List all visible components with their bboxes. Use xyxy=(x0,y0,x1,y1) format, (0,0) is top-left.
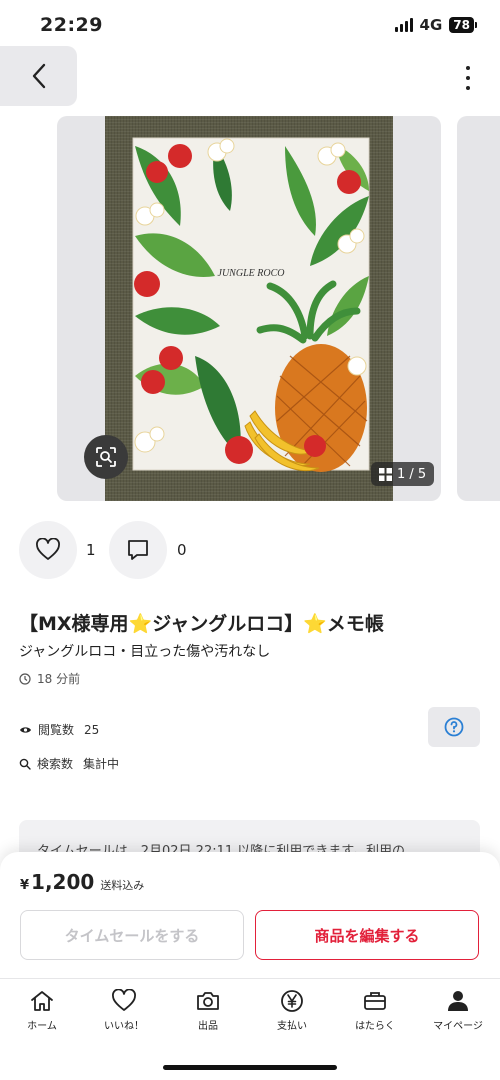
tab-sell-label: 出品 xyxy=(198,1021,218,1032)
status-indicators: 4G 78 xyxy=(394,16,477,34)
tab-bar: ホーム いいね！ 出品 支払い はたらく マイページ xyxy=(0,978,500,1080)
tab-mypage[interactable]: マイページ xyxy=(416,989,500,1032)
eye-icon xyxy=(20,726,31,733)
tab-home[interactable]: ホーム xyxy=(0,989,84,1032)
edit-item-button[interactable]: 商品を編集する xyxy=(255,910,479,960)
product-photo[interactable]: JUNGLE ROCO xyxy=(105,116,393,501)
next-slide[interactable] xyxy=(457,116,500,501)
tab-home-label: ホーム xyxy=(27,1021,57,1032)
image-search-button[interactable] xyxy=(84,435,128,479)
tab-work[interactable]: はたらく xyxy=(333,989,417,1032)
yen-icon xyxy=(281,990,303,1012)
comment-button[interactable] xyxy=(109,521,167,579)
memo-pad-illustration: JUNGLE ROCO xyxy=(132,137,370,472)
signal-icon xyxy=(394,18,413,32)
dot xyxy=(466,66,470,70)
photo-margin xyxy=(393,116,441,501)
like-button[interactable] xyxy=(19,521,77,579)
heart-icon xyxy=(112,989,136,1011)
person-icon xyxy=(448,991,468,1011)
view-count-label: 閲覧数 xyxy=(38,723,75,737)
posted-time: 18 分前 xyxy=(19,670,80,687)
help-button[interactable] xyxy=(428,707,480,747)
question-icon xyxy=(444,717,464,737)
dot xyxy=(466,76,470,80)
briefcase-icon xyxy=(364,992,386,1010)
tab-likes-label: いいね！ xyxy=(104,1021,144,1032)
clock-icon xyxy=(19,672,31,685)
search-count-value: 集計中 xyxy=(83,757,120,771)
back-button[interactable] xyxy=(0,46,77,106)
price-currency: ¥ xyxy=(20,878,30,893)
comment-icon xyxy=(128,540,148,560)
image-counter-text: 1 / 5 xyxy=(397,466,427,482)
network-type: 4G xyxy=(419,16,443,34)
battery-icon: 78 xyxy=(449,17,477,33)
timesale-button[interactable]: タイムセールをする xyxy=(20,910,244,960)
search-count-row: 検索数 集計中 xyxy=(19,755,119,772)
tab-payment[interactable]: 支払い xyxy=(250,989,334,1032)
price: ¥ 1,200 送料込み xyxy=(20,870,144,894)
search-icon xyxy=(19,758,31,770)
tab-mypage-label: マイページ xyxy=(433,1021,483,1032)
camera-icon xyxy=(197,992,219,1010)
grid-icon xyxy=(379,467,392,481)
image-carousel[interactable]: JUNGLE ROCO xyxy=(0,116,500,501)
tab-likes[interactable]: いいね！ xyxy=(82,989,166,1032)
status-bar: 22:29 4G 78 xyxy=(0,0,500,46)
chevron-left-icon xyxy=(32,63,45,89)
more-options-button[interactable] xyxy=(458,66,478,90)
tab-sell[interactable]: 出品 xyxy=(166,989,250,1032)
image-counter[interactable]: 1 / 5 xyxy=(371,462,435,486)
item-subtitle: ジャングルロコ・目立った傷や汚れなし xyxy=(19,644,271,660)
lens-search-icon xyxy=(96,447,116,467)
view-count-value: 25 xyxy=(84,722,100,737)
posted-time-text: 18 分前 xyxy=(37,672,81,686)
view-count-row: 閲覧数 25 xyxy=(19,721,99,738)
comment-count: 0 xyxy=(177,541,187,559)
purchase-panel: ¥ 1,200 送料込み タイムセールをする 商品を編集する xyxy=(0,852,500,978)
search-count-label: 検索数 xyxy=(37,757,74,771)
heart-icon xyxy=(36,538,60,560)
item-title: 【MX様専用⭐️ジャングルロコ】⭐️メモ帳 xyxy=(19,613,384,635)
tab-payment-label: 支払い xyxy=(277,1021,307,1032)
status-time: 22:29 xyxy=(40,14,103,36)
home-indicator xyxy=(163,1065,337,1070)
tab-work-label: はたらく xyxy=(355,1021,395,1032)
like-count: 1 xyxy=(86,541,96,559)
dot xyxy=(466,86,470,90)
price-value: 1,200 xyxy=(31,870,95,894)
home-icon xyxy=(31,991,53,1011)
memo-title-text: JUNGLE ROCO xyxy=(218,268,285,279)
shipping-label: 送料込み xyxy=(100,879,145,892)
